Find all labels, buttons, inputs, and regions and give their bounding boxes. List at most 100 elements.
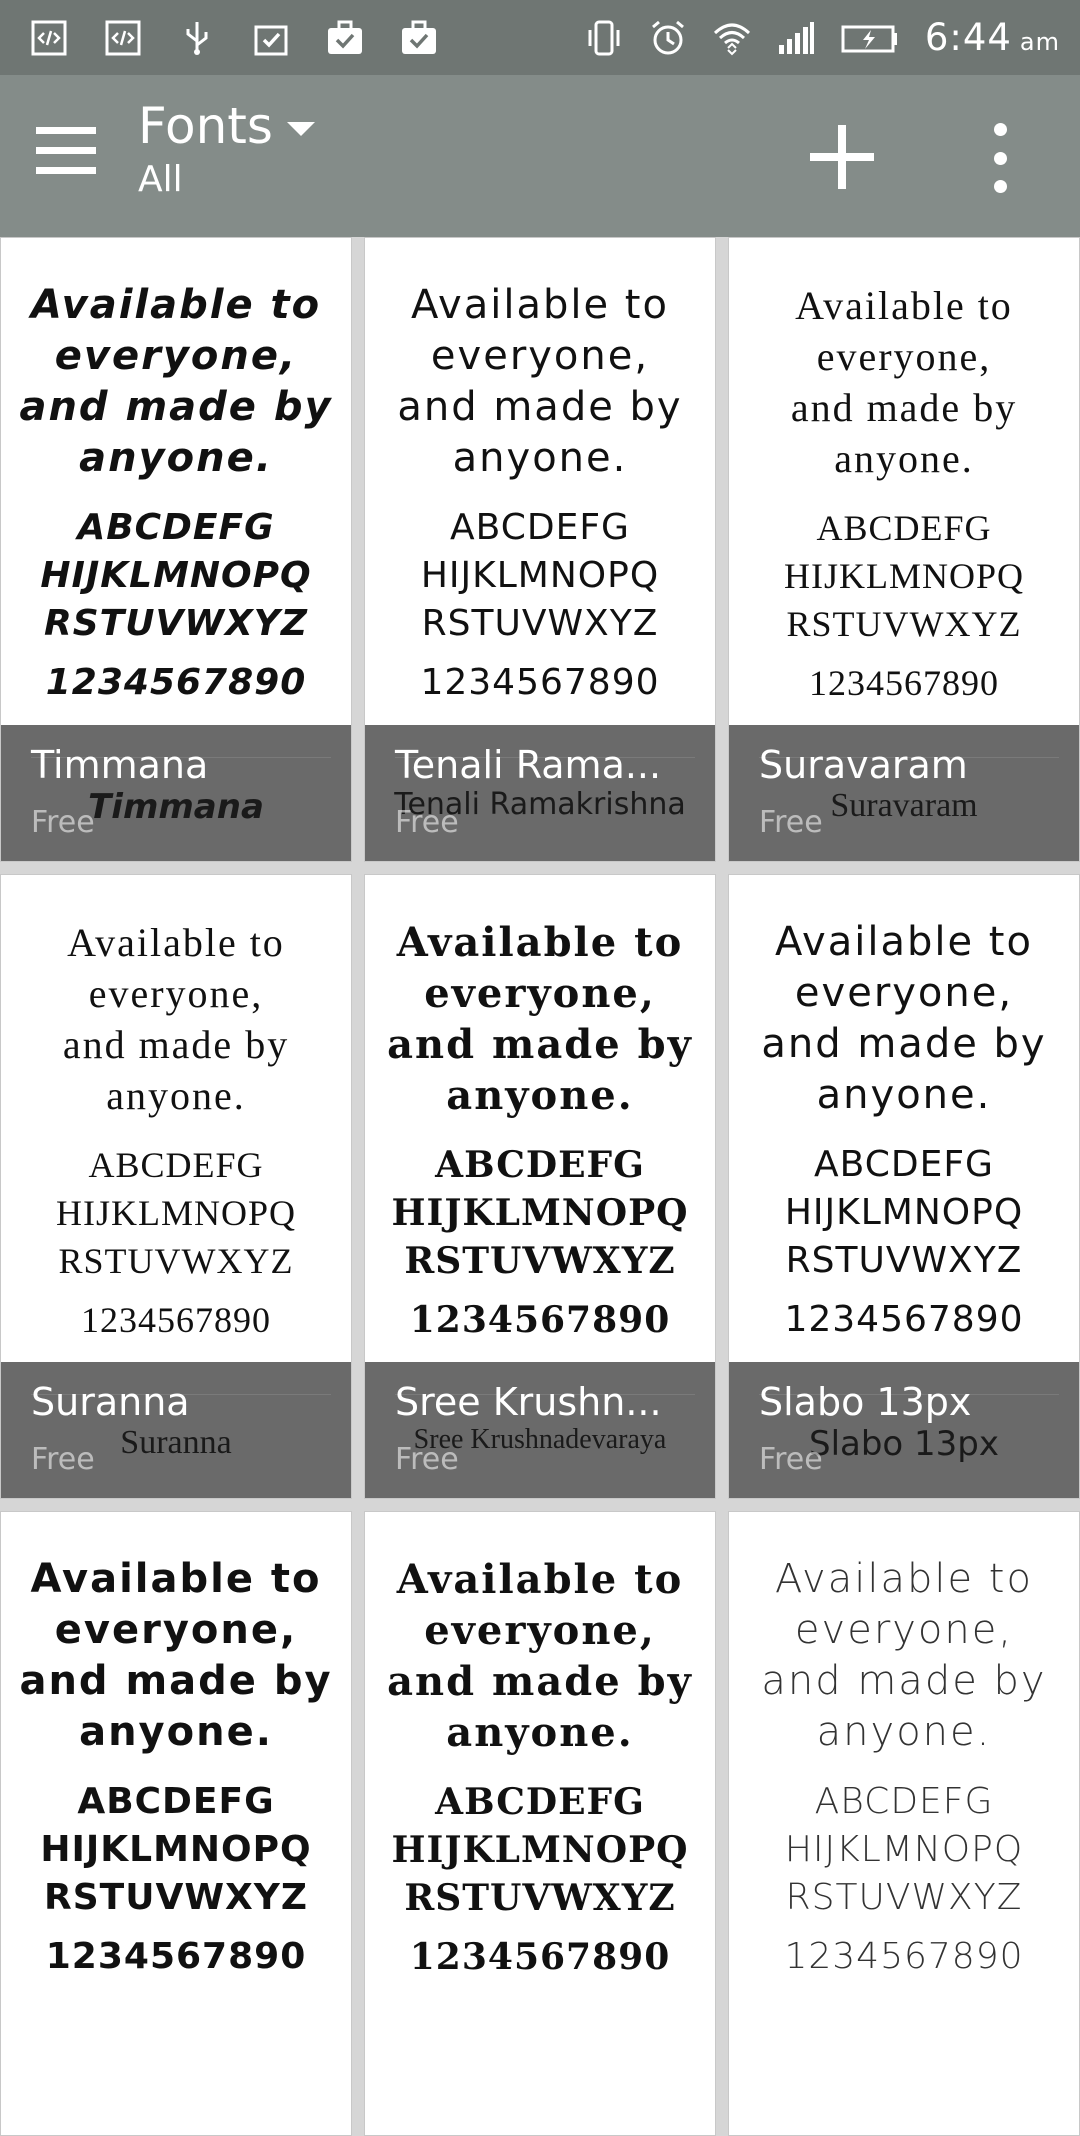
font-card[interactable]: Available to everyone, and made by anyone. … xyxy=(0,237,352,862)
signal-icon xyxy=(777,19,815,57)
sample-alpha: HIJKLMNOPQ xyxy=(40,555,312,596)
font-card-footer: Tenali Ramakrishna Tenali Rama... Free xyxy=(365,725,715,861)
font-sample: Available to everyone, and made by anyone. … xyxy=(365,280,715,703)
sample-text: everyone, xyxy=(424,1607,656,1654)
code-icon xyxy=(104,19,142,57)
sample-text: anyone. xyxy=(79,435,273,481)
font-price: Free xyxy=(759,805,823,840)
font-card[interactable]: Available to everyone, and made by anyone. … xyxy=(0,874,352,1499)
font-sample: Available to everyone, and made by anyone. … xyxy=(729,280,1079,704)
sample-text: Available to xyxy=(30,282,322,328)
sample-alpha: RSTUVWXYZ xyxy=(404,1877,676,1919)
sample-digits: 1234567890 xyxy=(45,662,307,703)
sample-text: Available to xyxy=(67,920,285,965)
font-price: Free xyxy=(31,805,95,840)
sample-text: Available to xyxy=(396,1556,684,1603)
sample-digits: 1234567890 xyxy=(420,662,660,703)
sample-text: anyone. xyxy=(816,1072,992,1118)
sample-alpha: RSTUVWXYZ xyxy=(785,1240,1023,1281)
font-card-footer: Suravaram Suravaram Free xyxy=(729,725,1079,861)
sample-text: anyone. xyxy=(79,1709,273,1755)
font-price: Free xyxy=(395,805,459,840)
sample-text: and made by xyxy=(62,1022,290,1067)
sample-text: Available to xyxy=(30,1556,322,1602)
sample-digits: 1234567890 xyxy=(409,1936,671,1978)
sample-text: Available to xyxy=(411,282,669,328)
font-sample: Available to everyone, and made by anyone. … xyxy=(365,917,715,1341)
caret-down-icon xyxy=(286,122,315,136)
sample-text: anyone. xyxy=(816,1709,992,1755)
add-icon[interactable] xyxy=(810,125,874,189)
font-sample: Available to everyone, and made by anyone. … xyxy=(365,1554,715,1978)
sample-alpha: ABCDEFG xyxy=(77,1781,275,1822)
usb-icon xyxy=(178,19,216,57)
sample-alpha: RSTUVWXYZ xyxy=(786,604,1022,644)
font-name: Suranna xyxy=(31,1380,190,1424)
app-toolbar: Fonts All xyxy=(0,75,1080,237)
sample-alpha: HIJKLMNOPQ xyxy=(391,1192,689,1234)
sample-text: everyone, xyxy=(430,333,650,379)
sample-text: Available to xyxy=(775,919,1033,965)
font-card[interactable]: Available to everyone, and made by anyone. … xyxy=(728,1511,1080,2136)
sample-text: everyone, xyxy=(54,333,298,379)
font-name: Tenali Rama... xyxy=(395,743,662,787)
font-card[interactable]: Available to everyone, and made by anyone. … xyxy=(728,237,1080,862)
font-card[interactable]: Available to everyone, and made by anyone. … xyxy=(364,1511,716,2136)
sample-text: Available to xyxy=(396,919,684,966)
more-options-icon[interactable] xyxy=(988,123,1012,193)
sample-alpha: ABCDEFG xyxy=(814,1781,994,1822)
sample-text: anyone. xyxy=(446,1072,634,1119)
sample-alpha: RSTUVWXYZ xyxy=(44,1877,308,1918)
sample-text: everyone, xyxy=(424,970,656,1017)
sample-text: anyone. xyxy=(452,435,628,481)
sample-alpha: ABCDEFG xyxy=(77,507,275,548)
wifi-icon xyxy=(713,19,751,57)
sample-alpha: ABCDEFG xyxy=(816,508,992,548)
font-sample: Available to everyone, and made by anyone. … xyxy=(729,917,1079,1340)
sample-alpha: RSTUVWXYZ xyxy=(421,603,659,644)
vibrate-icon xyxy=(585,19,623,57)
font-name: Slabo 13px xyxy=(759,1380,972,1424)
font-card[interactable]: Available to everyone, and made by anyone. … xyxy=(364,237,716,862)
sample-digits: 1234567890 xyxy=(809,663,999,703)
font-sample: Available to everyone, and made by anyone. … xyxy=(729,1554,1079,1977)
sample-alpha: HIJKLMNOPQ xyxy=(784,1829,1024,1870)
battery-charging-icon xyxy=(841,19,899,57)
sample-text: anyone. xyxy=(834,436,974,481)
font-sample: Available to everyone, and made by anyone. … xyxy=(1,280,351,703)
sample-text: anyone. xyxy=(106,1073,246,1118)
sample-alpha: ABCDEFG xyxy=(435,1144,645,1186)
sample-digits: 1234567890 xyxy=(784,1936,1024,1977)
sample-text: and made by xyxy=(19,1658,333,1704)
sample-text: and made by xyxy=(387,1021,693,1068)
title-dropdown[interactable]: Fonts All xyxy=(138,97,315,200)
font-card[interactable]: Available to everyone, and made by anyone. … xyxy=(0,1511,352,2136)
font-price: Free xyxy=(759,1442,823,1477)
hamburger-menu-icon[interactable] xyxy=(36,127,96,177)
font-card-footer: Slabo 13px Slabo 13px Free xyxy=(729,1362,1079,1498)
font-grid: Available to everyone, and made by anyone. … xyxy=(0,237,1080,2136)
sample-alpha: HIJKLMNOPQ xyxy=(40,1829,312,1870)
sample-text: everyone, xyxy=(88,971,264,1016)
font-price: Free xyxy=(31,1442,95,1477)
sample-text: everyone, xyxy=(794,970,1014,1016)
font-card[interactable]: Available to everyone, and made by anyone. … xyxy=(364,874,716,1499)
font-sample: Available to everyone, and made by anyone. … xyxy=(1,917,351,1341)
clipboard-check-icon xyxy=(252,19,290,57)
font-name: Sree Krushn... xyxy=(395,1380,662,1424)
sample-alpha: ABCDEFG xyxy=(450,507,630,548)
sample-text: everyone, xyxy=(816,334,992,379)
font-name: Timmana xyxy=(31,743,209,787)
sample-text: and made by xyxy=(19,384,333,430)
code-icon xyxy=(30,19,68,57)
sample-text: and made by xyxy=(761,1021,1047,1067)
briefcase-check-icon xyxy=(400,19,438,57)
sample-alpha: RSTUVWXYZ xyxy=(785,1877,1023,1918)
status-bar: 6:44 am xyxy=(0,0,1080,75)
sample-alpha: ABCDEFG xyxy=(88,1145,264,1185)
font-card[interactable]: Available to everyone, and made by anyone. … xyxy=(728,874,1080,1499)
sample-text: anyone. xyxy=(446,1709,634,1756)
font-card-footer: Sree Krushnadevaraya Sree Krushn... Free xyxy=(365,1362,715,1498)
font-card-footer: Timmana Timmana Free xyxy=(1,725,351,861)
page-subtitle: All xyxy=(138,159,183,200)
